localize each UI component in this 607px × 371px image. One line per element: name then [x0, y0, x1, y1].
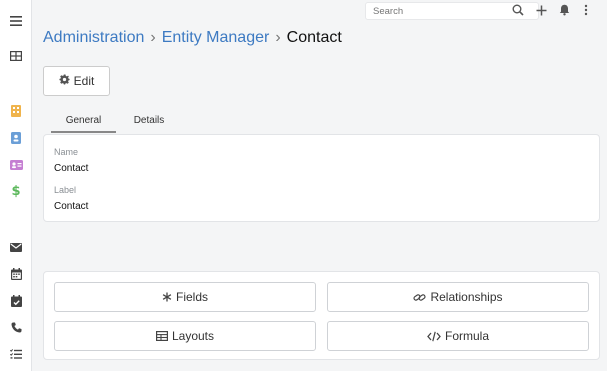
- breadcrumb: Administration › Entity Manager › Contact: [43, 29, 342, 47]
- envelope-icon[interactable]: [9, 240, 23, 254]
- field-value-label: Contact: [54, 201, 89, 212]
- formula-button[interactable]: Formula: [327, 321, 589, 351]
- layouts-button-label: Layouts: [171, 329, 215, 343]
- edit-button-label: Edit: [73, 74, 95, 88]
- id-card-icon[interactable]: [9, 158, 23, 172]
- sidebar: $: [0, 0, 32, 371]
- more-vertical-icon[interactable]: [579, 3, 593, 17]
- fields-button[interactable]: Fields: [54, 282, 316, 312]
- search-icon[interactable]: [511, 3, 525, 17]
- asterisk-icon: [162, 292, 172, 302]
- menu-icon[interactable]: [9, 14, 23, 28]
- edit-button[interactable]: Edit: [43, 66, 110, 96]
- breadcrumb-entity-manager[interactable]: Entity Manager: [162, 29, 270, 46]
- phone-icon[interactable]: [9, 320, 23, 334]
- table-icon: [155, 331, 168, 341]
- field-label-label: Label: [54, 185, 77, 195]
- code-icon: [427, 331, 441, 342]
- building-icon[interactable]: [9, 104, 23, 118]
- detail-panel: Name Contact Label Contact: [43, 134, 600, 222]
- formula-button-label: Formula: [444, 329, 489, 343]
- page-title: Contact: [286, 29, 342, 46]
- layouts-button[interactable]: Layouts: [54, 321, 316, 351]
- relationships-button-label: Relationships: [430, 290, 503, 304]
- breadcrumb-separator: ›: [150, 29, 156, 46]
- calendar-icon[interactable]: [9, 267, 23, 281]
- breadcrumb-separator: ›: [275, 29, 281, 46]
- tab-general[interactable]: General: [51, 111, 116, 133]
- top-navbar: [32, 0, 607, 22]
- plus-icon[interactable]: [534, 3, 548, 17]
- bell-icon[interactable]: [557, 3, 571, 17]
- field-label-name: Name: [54, 147, 79, 157]
- fields-button-label: Fields: [175, 290, 208, 304]
- tab-details[interactable]: Details: [123, 111, 175, 133]
- tasks-icon[interactable]: [9, 347, 23, 361]
- dollar-icon[interactable]: $: [9, 184, 23, 198]
- grid-icon[interactable]: [9, 49, 23, 63]
- calendar-check-icon[interactable]: [9, 294, 23, 308]
- contact-card-icon[interactable]: [9, 131, 23, 145]
- relationships-button[interactable]: Relationships: [327, 282, 589, 312]
- field-value-name: Contact: [54, 163, 89, 174]
- gear-icon: [59, 74, 70, 88]
- breadcrumb-administration[interactable]: Administration: [43, 29, 144, 46]
- link-icon: [413, 292, 427, 303]
- entity-actions-panel: Fields Relationships Layouts Formula: [43, 271, 600, 360]
